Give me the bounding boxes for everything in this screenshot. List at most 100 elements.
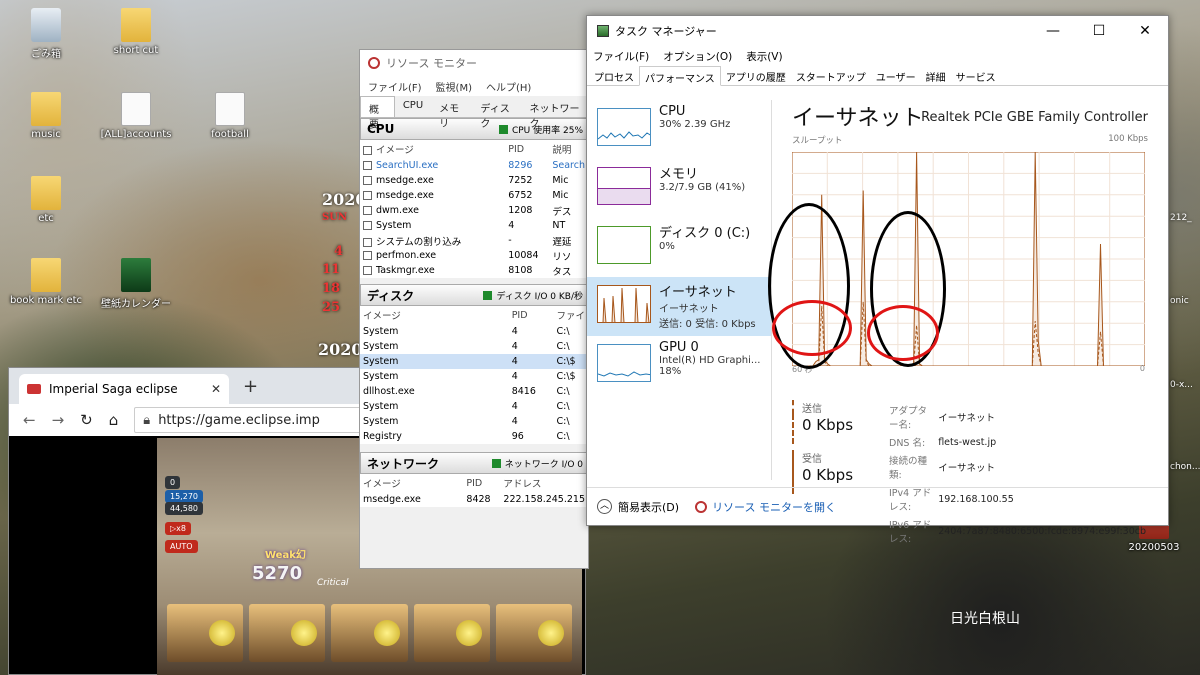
close-tab-icon[interactable]: ✕	[211, 382, 221, 396]
checkbox-icon[interactable]	[363, 206, 372, 215]
party-member[interactable]	[167, 604, 244, 662]
table-row[interactable]: System 4 C:\	[360, 414, 588, 429]
new-tab-icon[interactable]: +	[243, 376, 258, 397]
accounts-document-icon[interactable]: [ALL]accounts	[98, 92, 174, 140]
menu-file[interactable]: ファイル(F)	[368, 79, 422, 94]
tab-cpu[interactable]: CPU	[395, 96, 431, 117]
resource-item-cpu[interactable]: CPU 30% 2.39 GHz	[587, 100, 771, 159]
resource-item-ethernet[interactable]: イーサネット イーサネット 送信: 0 受信: 0 Kbps	[587, 277, 771, 336]
party-member[interactable]	[331, 604, 408, 662]
desktop-icon-label: ごみ箱	[31, 49, 61, 60]
auto-button[interactable]: AUTO	[165, 540, 198, 553]
football-document-icon[interactable]: football	[192, 92, 268, 140]
tab-users[interactable]: ユーザー	[871, 66, 921, 85]
tab-startup[interactable]: スタートアップ	[791, 66, 871, 85]
tab-overview[interactable]: 概要	[360, 96, 395, 131]
party-member[interactable]	[495, 604, 573, 662]
home-icon[interactable]: ⌂	[109, 411, 119, 429]
tab-details[interactable]: 詳細	[921, 66, 951, 85]
disk-section-header[interactable]: ディスク ディスク I/O 0 KB/秒	[360, 284, 588, 306]
bookmark-folder-icon[interactable]: book mark etc	[8, 258, 84, 306]
speed-button[interactable]: ▷x8	[165, 522, 191, 535]
tab-memory[interactable]: メモリ	[431, 96, 472, 130]
music-folder-icon[interactable]: music	[8, 92, 84, 140]
resource-item-memory[interactable]: メモリ 3.2/7.9 GB (41%)	[587, 159, 771, 218]
resource-item-disk[interactable]: ディスク 0 (C:) 0%	[587, 218, 771, 277]
meter-text: ネットワーク I/O 0	[504, 459, 583, 470]
close-icon[interactable]: ✕	[1122, 23, 1168, 39]
meter-swatch-icon	[491, 458, 501, 468]
table-row[interactable]: System 4 NT	[360, 218, 588, 233]
annotation-red-circle	[867, 305, 939, 361]
table-row[interactable]: perfmon.exe 10084 リソ	[360, 248, 588, 263]
resource-item-gpu[interactable]: GPU 0 Intel(R) HD Graphi... 18%	[587, 336, 771, 395]
table-row[interactable]: SearchUI.exe 8296 Search	[360, 158, 588, 173]
table-row[interactable]: msedge.exe 6752 Mic	[360, 188, 588, 203]
tab-services[interactable]: サービス	[951, 66, 1001, 85]
column-header[interactable]: ファイ	[553, 306, 588, 324]
desktop-icon-label: short cut	[113, 45, 159, 56]
detail-row: アダプター名: イーサネット	[889, 406, 996, 431]
column-header[interactable]: イメージ	[360, 140, 505, 158]
checkbox-icon[interactable]	[363, 251, 372, 260]
checkbox-icon[interactable]	[363, 266, 372, 275]
checkbox-icon[interactable]	[363, 176, 372, 185]
tab-app-history[interactable]: アプリの履歴	[721, 66, 791, 85]
back-arrow-icon[interactable]: ←	[23, 411, 36, 429]
network-section-header[interactable]: ネットワーク ネットワーク I/O 0	[360, 452, 588, 474]
table-row[interactable]: dwm.exe 1208 デス	[360, 203, 588, 218]
wallpaper-calendar-app-icon[interactable]: 壁紙カレンダー	[98, 258, 174, 310]
menu-help[interactable]: ヘルプ(H)	[486, 79, 531, 94]
menu-view[interactable]: 表示(V)	[746, 49, 782, 64]
table-row[interactable]: System 4 C:\	[360, 399, 588, 414]
column-header[interactable]: イメージ	[360, 306, 509, 324]
browser-tab[interactable]: Imperial Saga eclipse ✕	[19, 374, 229, 404]
recycle-bin-icon[interactable]: ごみ箱	[8, 8, 84, 60]
resmon-title: リソース モニター	[386, 57, 477, 70]
table-row[interactable]: msedge.exe 7252 Mic	[360, 173, 588, 188]
table-row[interactable]: システムの割り込み - 遅延	[360, 233, 588, 248]
open-resource-monitor-link[interactable]: リソース モニターを開く	[695, 499, 836, 515]
shortcut-folder-icon[interactable]: short cut	[98, 8, 174, 56]
fewer-details-button[interactable]: 簡易表示(D)	[618, 499, 679, 515]
menu-file[interactable]: ファイル(F)	[593, 49, 649, 64]
checkbox-icon[interactable]	[363, 161, 372, 170]
column-header[interactable]: PID	[509, 306, 554, 324]
menu-options[interactable]: オプション(O)	[663, 49, 732, 64]
table-row[interactable]: Registry 96 C:\	[360, 429, 588, 444]
throughput-label: スループット	[792, 136, 843, 146]
checkbox-icon[interactable]	[363, 146, 372, 155]
menu-monitor[interactable]: 監視(M)	[436, 79, 472, 94]
cpu-section-header[interactable]: CPU CPU 使用率 25%	[360, 118, 588, 140]
etc-folder-icon[interactable]: etc	[8, 176, 84, 224]
ethernet-sparkline	[602, 287, 650, 322]
refresh-icon[interactable]: ↻	[80, 411, 93, 429]
column-header[interactable]: PID	[463, 474, 500, 492]
chevron-up-icon[interactable]: ︿	[597, 499, 612, 514]
forward-arrow-icon[interactable]: →	[52, 411, 65, 429]
maximize-icon[interactable]: ☐	[1076, 23, 1122, 39]
graph-footer: 60 秒 0	[792, 364, 1145, 375]
tab-disk[interactable]: ディスク	[472, 96, 521, 130]
column-header[interactable]: アドレス	[500, 474, 588, 492]
table-row[interactable]: Taskmgr.exe 8108 タス	[360, 263, 588, 278]
column-header[interactable]: 説明	[549, 140, 588, 158]
desktop-icon-label: etc	[38, 213, 54, 224]
party-member[interactable]	[413, 604, 490, 662]
checkbox-icon[interactable]	[363, 221, 372, 230]
column-header[interactable]: イメージ	[360, 474, 463, 492]
table-row[interactable]: System 4 C:\	[360, 324, 588, 339]
table-row[interactable]: dllhost.exe 8416 C:\	[360, 384, 588, 399]
tab-network[interactable]: ネットワーク	[522, 96, 589, 130]
checkbox-icon[interactable]	[363, 191, 372, 200]
table-row[interactable]: System 4 C:\$	[360, 369, 588, 384]
party-member[interactable]	[249, 604, 326, 662]
table-row[interactable]: msedge.exe 8428 222.158.245.215	[360, 492, 588, 507]
minimize-icon[interactable]: —	[1030, 23, 1076, 39]
table-row[interactable]: System 4 C:\$	[360, 354, 588, 369]
tab-performance[interactable]: パフォーマンス	[639, 66, 721, 86]
column-header[interactable]: PID	[505, 140, 549, 158]
tab-processes[interactable]: プロセス	[589, 66, 639, 85]
table-row[interactable]: System 4 C:\	[360, 339, 588, 354]
checkbox-icon[interactable]	[363, 237, 372, 247]
